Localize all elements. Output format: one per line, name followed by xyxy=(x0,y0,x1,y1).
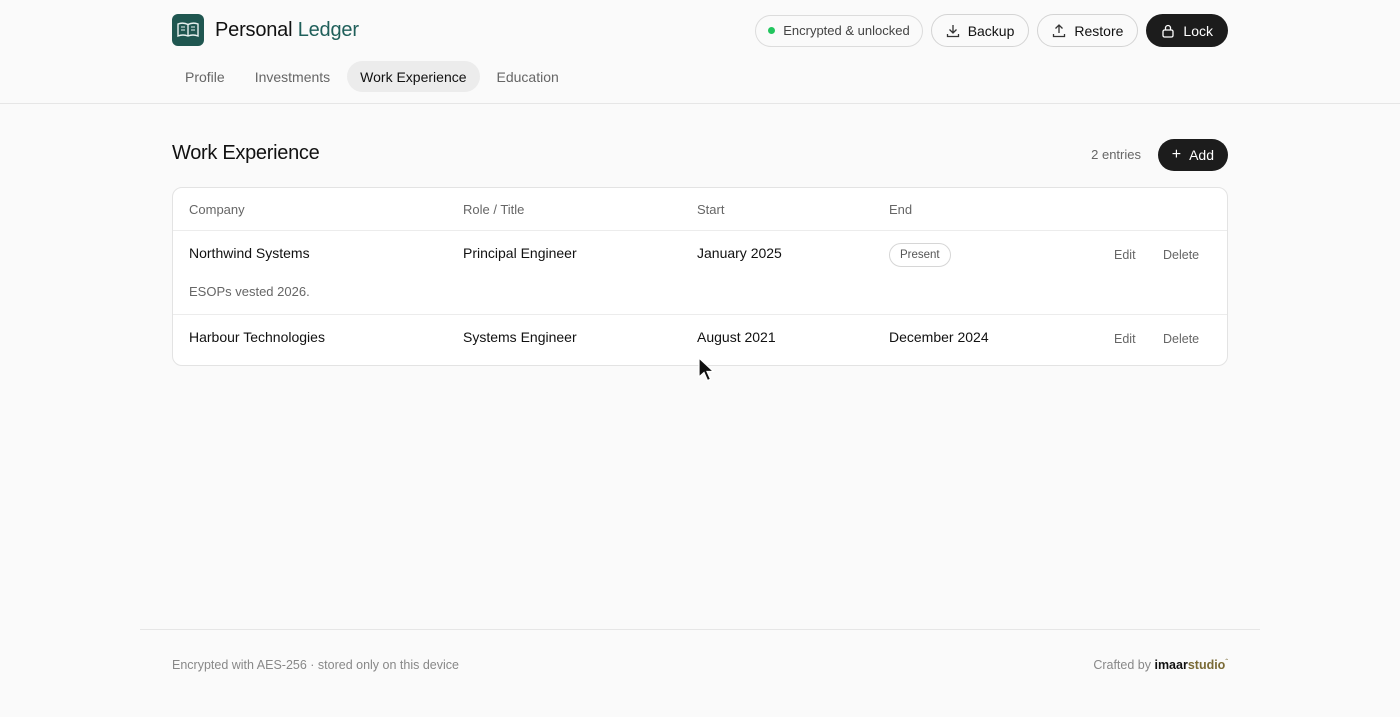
end-cell: December 2024 xyxy=(889,329,989,345)
lock-label: Lock xyxy=(1183,22,1213,39)
encryption-status-badge: Encrypted & unlocked xyxy=(755,14,923,47)
start-cell: August 2021 xyxy=(697,329,776,345)
entry-note: ESOPs vested 2026. xyxy=(189,284,310,299)
section-tabs: Profile Investments Work Experience Educ… xyxy=(172,61,572,92)
delete-button[interactable]: Delete xyxy=(1163,332,1199,346)
present-badge: Present xyxy=(889,243,951,267)
company-cell: Northwind Systems xyxy=(189,245,310,261)
entries-count: 2 entries xyxy=(1091,147,1141,162)
column-header-start: Start xyxy=(697,202,725,217)
app-title-first: Personal xyxy=(215,18,293,41)
tab-work-experience[interactable]: Work Experience xyxy=(347,61,480,92)
backup-button[interactable]: Backup xyxy=(930,14,1030,47)
footer-encryption-note: Encrypted with AES-256 · stored only on … xyxy=(172,658,459,672)
studio-name-first: imaar xyxy=(1154,658,1188,672)
edit-button[interactable]: Edit xyxy=(1114,248,1136,262)
page-title: Work Experience xyxy=(172,142,320,164)
edit-button[interactable]: Edit xyxy=(1114,332,1136,346)
backup-label: Backup xyxy=(967,22,1015,39)
column-header-role: Role / Title xyxy=(463,202,525,217)
tab-education[interactable]: Education xyxy=(484,61,572,92)
status-dot-icon xyxy=(768,27,776,34)
restore-button[interactable]: Restore xyxy=(1037,14,1139,47)
download-icon xyxy=(946,24,959,37)
footer-divider xyxy=(140,629,1260,630)
tab-profile[interactable]: Profile xyxy=(172,61,238,92)
add-label: Add xyxy=(1189,147,1214,163)
start-cell: January 2025 xyxy=(697,245,782,261)
app-header: Personal Ledger Encrypted & unlocked Bac… xyxy=(0,0,1400,104)
app-title-second: Ledger xyxy=(297,18,359,41)
add-entry-button[interactable]: + Add xyxy=(1157,139,1228,171)
brand: Personal Ledger xyxy=(172,14,359,46)
tab-investments[interactable]: Investments xyxy=(242,61,343,92)
lock-icon xyxy=(1162,24,1175,38)
lock-button[interactable]: Lock xyxy=(1146,14,1228,47)
studio-mark-icon: ˆ xyxy=(1225,658,1228,667)
book-icon xyxy=(172,14,204,46)
table-header: Company Role / Title Start End xyxy=(173,188,1227,231)
plus-icon: + xyxy=(1171,146,1182,163)
restore-label: Restore xyxy=(1074,22,1124,39)
role-cell: Systems Engineer xyxy=(463,329,577,345)
role-cell: Principal Engineer xyxy=(463,245,577,261)
footer-credit: Crafted by imaarstudioˆ xyxy=(1093,658,1228,672)
table-row: Northwind Systems Principal Engineer Jan… xyxy=(173,231,1227,315)
column-header-company: Company xyxy=(189,202,245,217)
app-title: Personal Ledger xyxy=(215,19,359,42)
delete-button[interactable]: Delete xyxy=(1163,248,1199,262)
company-cell: Harbour Technologies xyxy=(189,329,325,345)
header-actions: Encrypted & unlocked Backup Restore Lock xyxy=(755,14,1228,47)
crafted-by-label: Crafted by xyxy=(1093,658,1151,672)
work-experience-table: Company Role / Title Start End Northwind… xyxy=(172,187,1228,366)
cursor-icon xyxy=(698,357,716,382)
upload-icon xyxy=(1053,23,1066,37)
studio-name-second: studio xyxy=(1187,658,1226,672)
column-header-end: End xyxy=(889,202,913,217)
encryption-status-label: Encrypted & unlocked xyxy=(783,23,910,38)
